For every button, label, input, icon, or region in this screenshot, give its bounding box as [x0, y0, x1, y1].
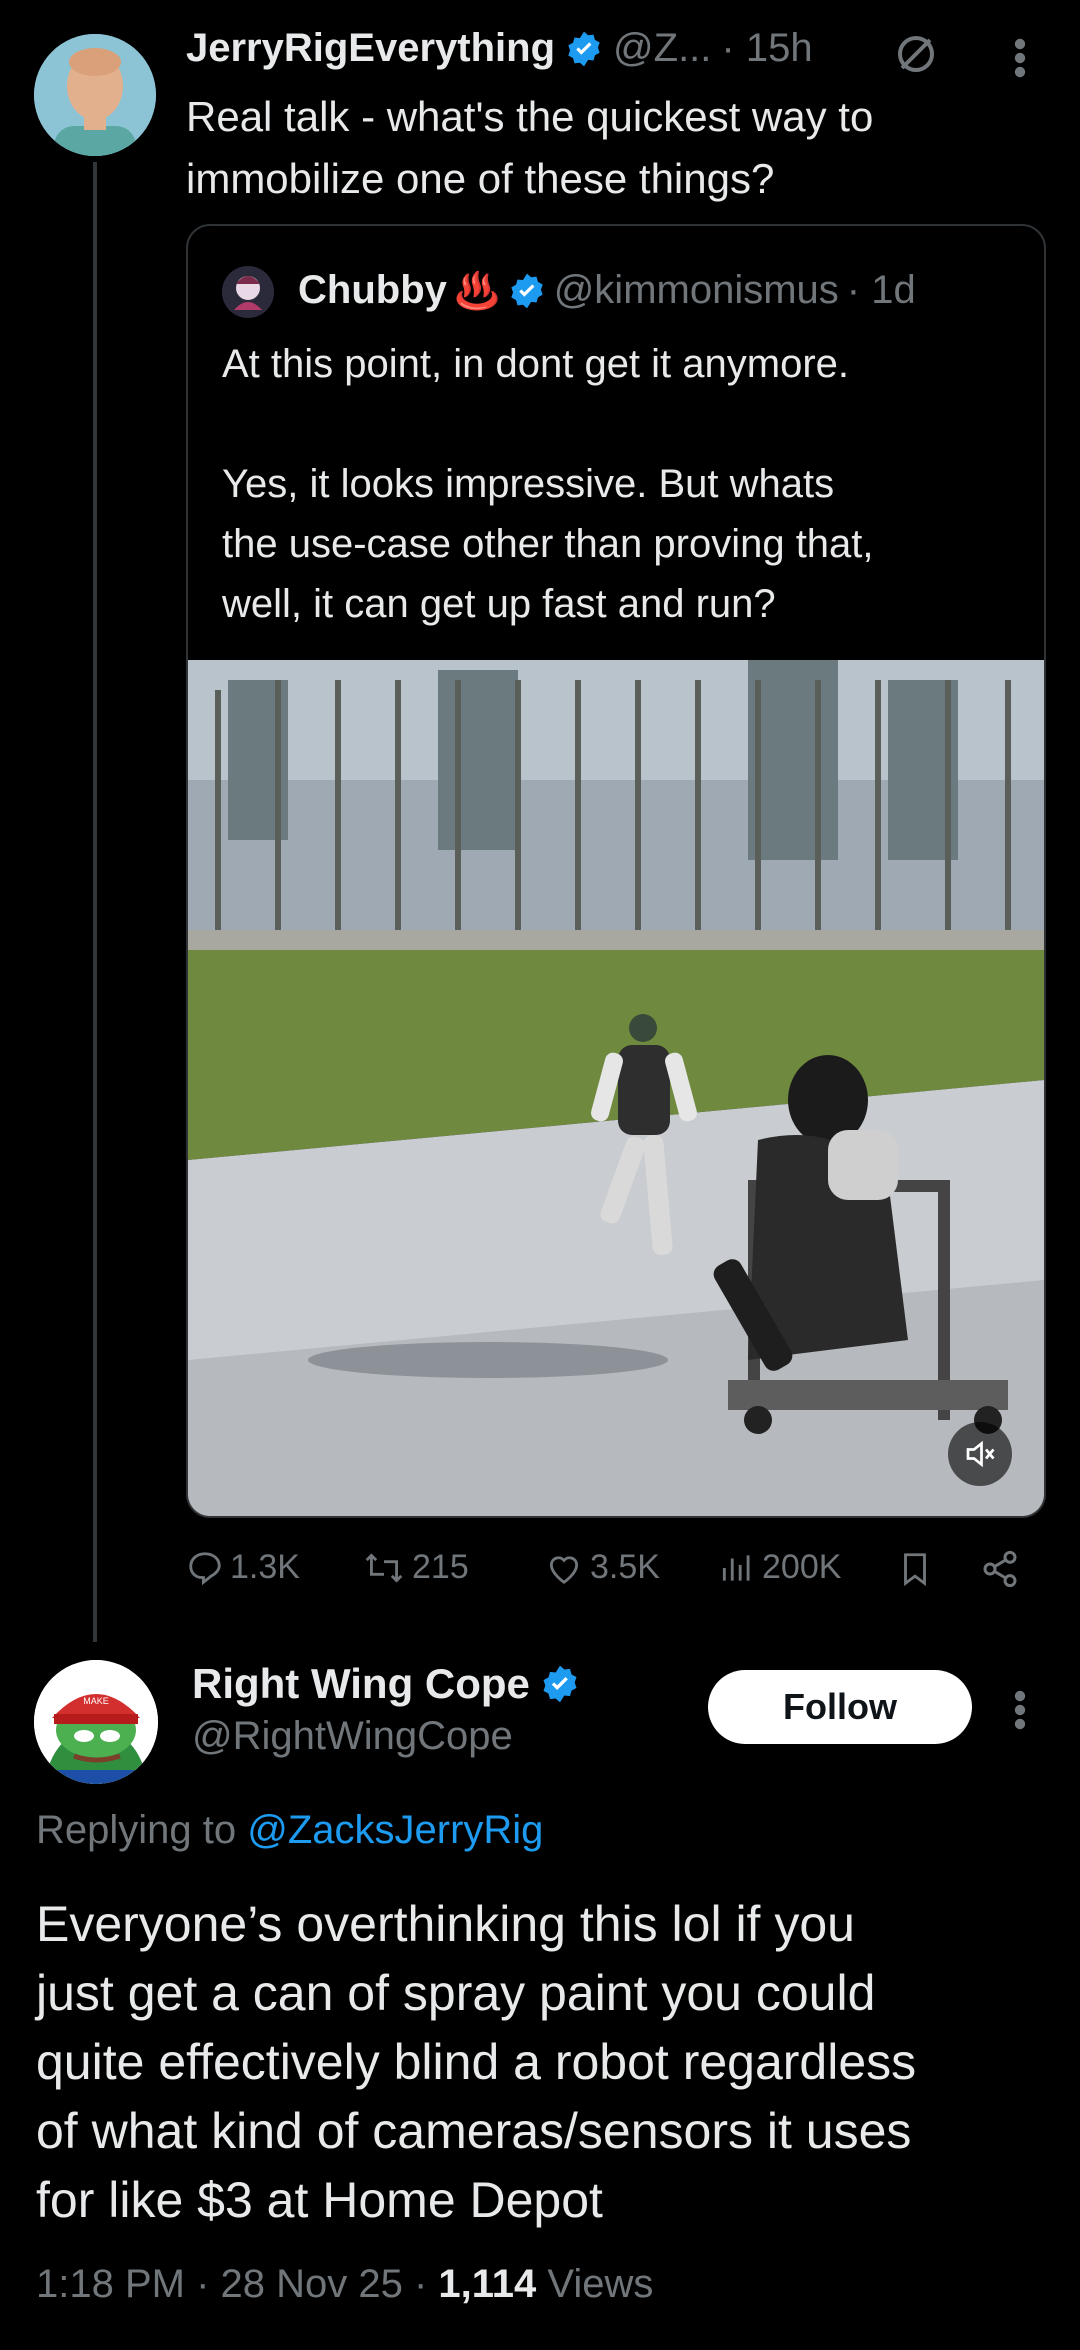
reply-meta: 1:18 PM · 28 Nov 25 · 1,114 Views	[36, 2262, 653, 2307]
author-name[interactable]: JerryRigEverything	[186, 26, 555, 71]
author-handle[interactable]: @Z...	[613, 26, 711, 71]
reply-body-line: of what kind of cameras/sensors it uses	[36, 2103, 912, 2159]
views-action[interactable]: 200K	[718, 1548, 841, 1587]
repost-count: 215	[412, 1548, 469, 1586]
tweet-header: JerryRigEverything @Z... · 15h	[186, 26, 813, 71]
grok-icon[interactable]	[892, 30, 940, 83]
reply-author-handle[interactable]: @RightWingCope	[192, 1714, 580, 1759]
thread-line	[93, 162, 97, 1642]
reply-body-line: just get a can of spray paint you could	[36, 1965, 876, 2021]
avatar-chubby[interactable]	[222, 266, 274, 318]
reply-icon	[189, 1551, 221, 1585]
verified-badge-icon	[568, 31, 600, 66]
like-action[interactable]: 3.5K	[544, 1548, 660, 1587]
quoted-text-line: the use-case other than proving that,	[222, 522, 874, 566]
quoted-text-line: Yes, it looks impressive. But whats	[222, 462, 835, 506]
video-player[interactable]	[188, 660, 1044, 1516]
reply-timestamp: 1:18 PM · 28 Nov 25 ·	[36, 2262, 439, 2306]
more-options-icon[interactable]	[1010, 34, 1030, 87]
reply-body-line: quite effectively blind a robot regardle…	[36, 2034, 917, 2090]
reply-body-line: Everyone’s overthinking this lol if you	[36, 1896, 855, 1952]
quoted-handle[interactable]: @kimmonismus	[554, 268, 839, 313]
avatar-jerryrig[interactable]	[34, 34, 156, 156]
reply-views-count: 1,114	[438, 2262, 537, 2306]
analytics-icon	[722, 1554, 750, 1581]
quoted-text: At this point, in dont get it anymore. Y…	[222, 334, 874, 634]
tweet-text-line: immobilize one of these things?	[186, 155, 775, 202]
replying-to-link[interactable]: @ZacksJerryRig	[247, 1808, 543, 1852]
tweet-text-line: Real talk - what's the quickest way to	[186, 93, 874, 140]
quoted-tweet-card[interactable]: Chubby ♨️ @kimmonismus · 1d At this poin…	[186, 224, 1046, 1518]
heart-icon	[549, 1555, 579, 1584]
replying-to: Replying to @ZacksJerryRig	[36, 1808, 543, 1853]
mute-button[interactable]	[948, 1422, 1012, 1486]
avatar-rightwingcope[interactable]: MAKE	[34, 1660, 158, 1784]
reply-body-line: for like $3 at Home Depot	[36, 2172, 603, 2228]
share-icon[interactable]	[980, 1548, 1020, 1595]
quoted-header: Chubby ♨️ @kimmonismus · 1d	[298, 268, 916, 313]
reply-body: Everyone’s overthinking this lol if you …	[36, 1890, 916, 2235]
hot-springs-emoji: ♨️	[454, 269, 500, 311]
quoted-text-line: At this point, in dont get it anymore.	[222, 342, 850, 386]
quoted-text-line: well, it can get up fast and run?	[222, 582, 776, 626]
svg-text:MAKE: MAKE	[83, 1696, 109, 1706]
reply-more-options-icon[interactable]	[1010, 1686, 1030, 1739]
verified-badge-icon	[511, 273, 543, 308]
verified-badge-icon	[543, 1665, 577, 1703]
reply-views-label: Views	[536, 2262, 654, 2306]
video-frame	[188, 660, 1044, 1516]
reply-author-name[interactable]: Right Wing Cope	[192, 1660, 530, 1708]
reply-count: 1.3K	[230, 1548, 300, 1586]
quoted-time: · 1d	[846, 268, 916, 312]
speaker-muted-icon	[966, 1440, 995, 1468]
quoted-author-name[interactable]: Chubby	[298, 268, 447, 313]
views-count: 200K	[762, 1548, 842, 1586]
tweet-text: Real talk - what's the quickest way to i…	[186, 86, 873, 210]
tweet-time: · 15h	[721, 26, 813, 70]
replying-to-prefix: Replying to	[36, 1808, 248, 1852]
follow-button[interactable]: Follow	[708, 1670, 972, 1744]
repost-icon	[365, 1552, 403, 1583]
reply-author-block: Right Wing Cope @RightWingCope	[192, 1660, 580, 1759]
like-count: 3.5K	[590, 1548, 660, 1586]
reply-action[interactable]: 1.3K	[186, 1548, 300, 1587]
bookmark-icon[interactable]	[896, 1548, 934, 1595]
repost-action[interactable]: 215	[362, 1548, 469, 1587]
